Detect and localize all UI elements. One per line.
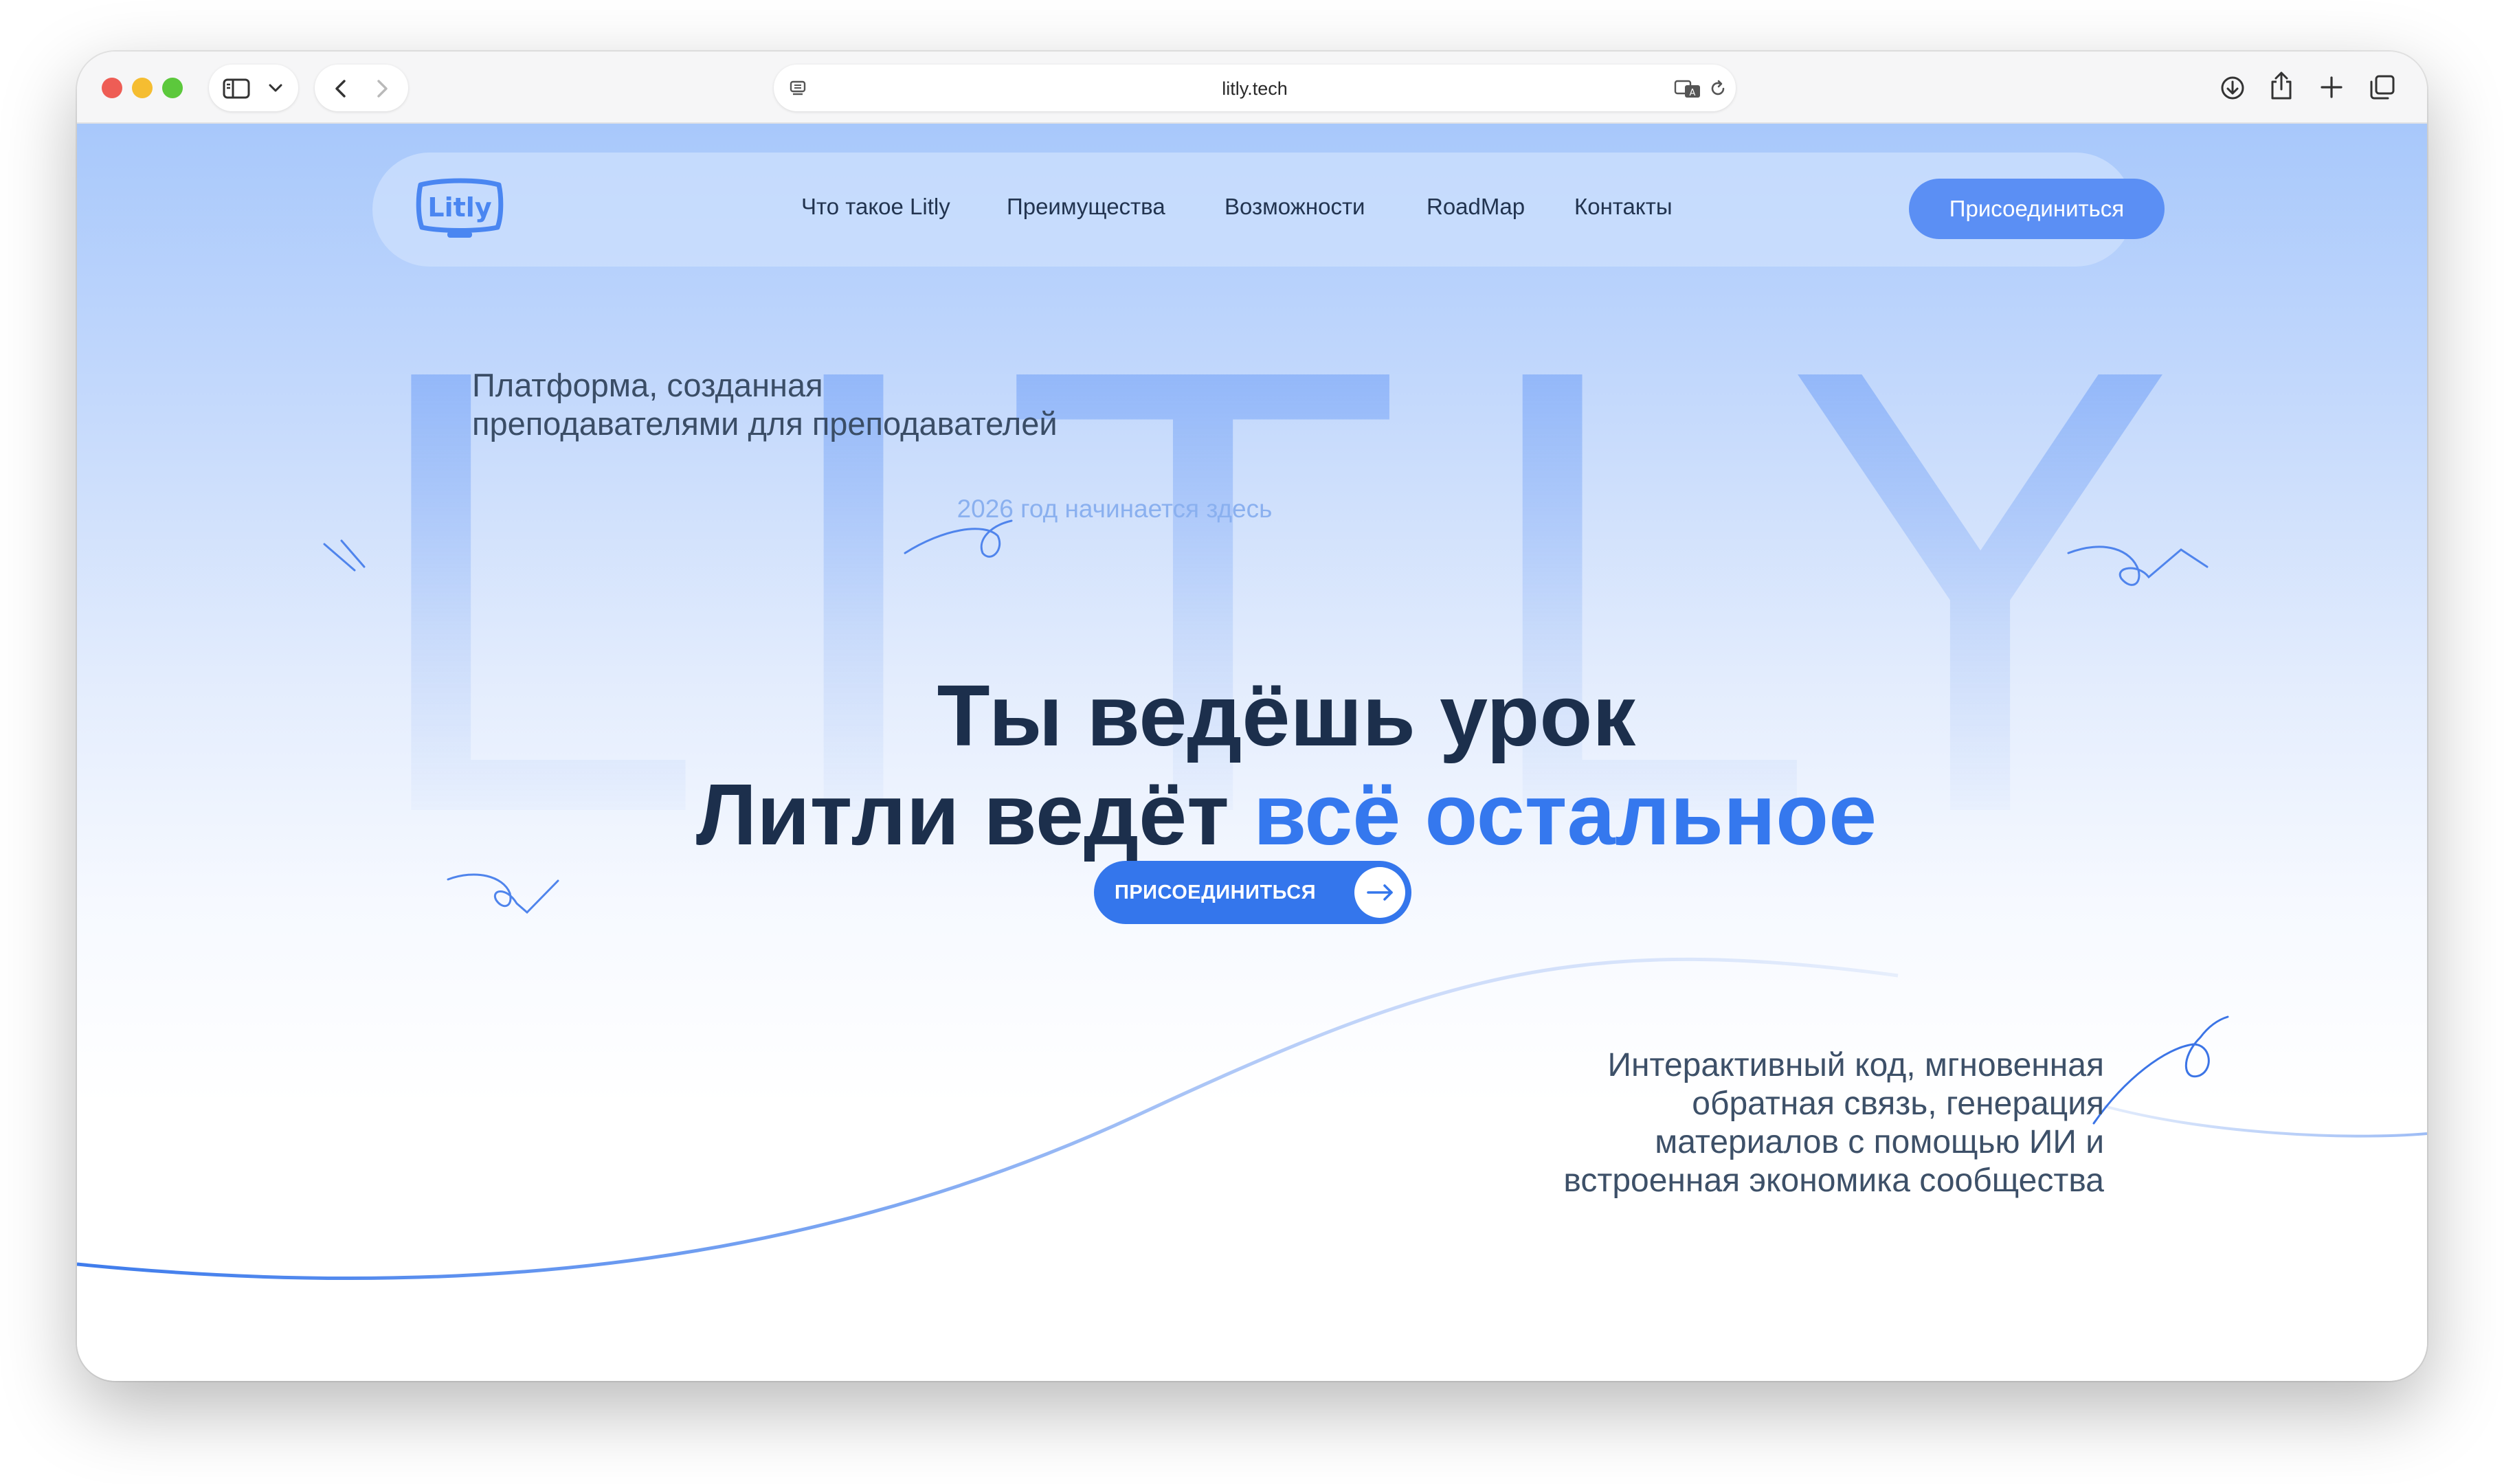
description-line-2: обратная связь, генерация — [1692, 1086, 2104, 1122]
headline-line-1: Ты ведёшь урок — [937, 667, 1636, 764]
nav-link-features[interactable]: Возможности — [1225, 194, 1365, 220]
logo-text: Litly — [427, 192, 491, 223]
close-window-button[interactable] — [102, 78, 122, 98]
description-line-3: материалов с помощью ИИ и — [1655, 1124, 2104, 1160]
nav-link-advantages[interactable]: Преимущества — [1007, 194, 1165, 220]
translate-icon[interactable]: A — [1674, 78, 1703, 99]
join-button[interactable]: Присоединиться — [1909, 179, 2165, 239]
nav-link-roadmap[interactable]: RoadMap — [1427, 194, 1525, 220]
headline-accent: всё остальное — [1253, 766, 1877, 863]
hero-headline: Ты ведёшь урок Литли ведёт всё остальное — [489, 666, 2083, 864]
nav-link-contacts[interactable]: Контакты — [1574, 194, 1673, 220]
site-navbar: Litly Что такое Litly Преимущества Возмо… — [372, 153, 2165, 267]
hero-join-button[interactable]: ПРИСОЕДИНИТЬСЯ — [1094, 861, 1411, 924]
tagline: Платформа, созданная преподавателями для… — [472, 366, 1297, 443]
litly-logo-icon[interactable]: Litly — [415, 177, 504, 243]
forward-icon[interactable] — [374, 78, 390, 99]
back-icon[interactable] — [333, 78, 349, 99]
sidebar-icon — [223, 78, 250, 99]
chevron-down-icon — [269, 84, 282, 92]
tagline-line-2: преподавателями для преподавателей — [472, 405, 1058, 442]
share-icon[interactable] — [2269, 71, 2294, 101]
sidebar-toggle-group[interactable] — [209, 65, 298, 111]
landing-page: LITLY Litly Что такое Litly Преимущества… — [77, 124, 2427, 1381]
reload-icon[interactable] — [1708, 79, 1728, 98]
browser-toolbar: litly.tech A — [77, 52, 2427, 124]
feature-description: Интерактивный код, мгновенная обратная с… — [1293, 1046, 2104, 1200]
browser-window: litly.tech A LITLY Litly Что такое Litly… — [77, 52, 2427, 1381]
new-tab-icon[interactable] — [2320, 76, 2343, 99]
tagline-line-1: Платформа, созданная — [472, 367, 823, 403]
description-line-4: встроенная экономика сообщества — [1563, 1162, 2104, 1199]
year-subtitle: 2026 год начинается здесь — [957, 495, 1273, 523]
minimize-window-button[interactable] — [132, 78, 153, 98]
download-icon[interactable] — [2220, 75, 2246, 101]
nav-link-what-is-litly[interactable]: Что такое Litly — [801, 194, 950, 220]
arrow-right-icon — [1354, 867, 1405, 918]
headline-line-2: Литли ведёт всё остальное — [489, 765, 2083, 864]
address-bar[interactable]: litly.tech A — [774, 65, 1736, 111]
hero-join-label: ПРИСОЕДИНИТЬСЯ — [1115, 881, 1317, 903]
url-text: litly.tech — [1222, 78, 1288, 99]
description-line-1: Интерактивный код, мгновенная — [1607, 1047, 2104, 1083]
maximize-window-button[interactable] — [162, 78, 183, 98]
tabs-overview-icon[interactable] — [2369, 74, 2395, 100]
svg-text:A: A — [1690, 88, 1696, 98]
history-nav-group — [315, 65, 408, 111]
headline-line-2-start: Литли ведёт — [695, 766, 1253, 863]
